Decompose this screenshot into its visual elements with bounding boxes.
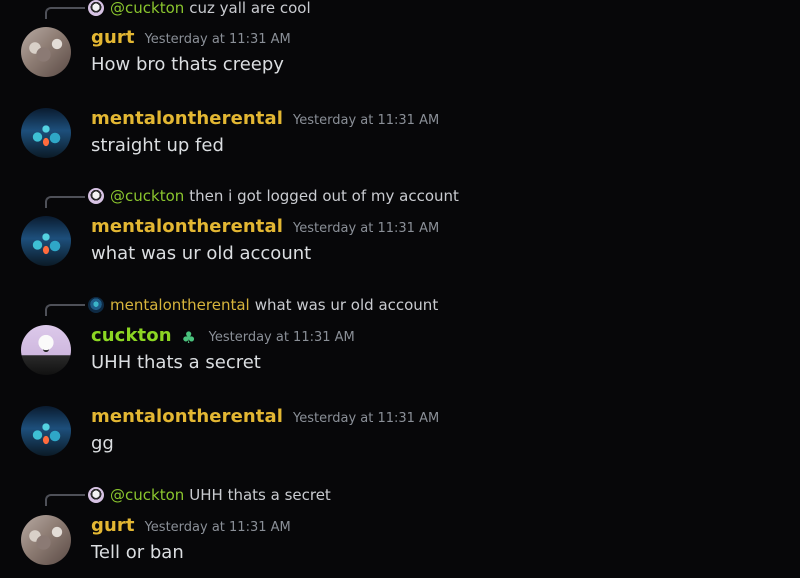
message-header: mentalontherental Yesterday at 11:31 AM [91, 108, 439, 132]
message-header: gurt Yesterday at 11:31 AM [91, 515, 291, 539]
message-content: gg [91, 433, 114, 454]
message-header: mentalontherental Yesterday at 11:31 AM [91, 406, 439, 430]
reply-text: cuz yall are cool [189, 0, 311, 17]
avatar[interactable] [21, 27, 71, 77]
author-name[interactable]: cuckton [91, 325, 172, 346]
author-name[interactable]: mentalontherental [91, 108, 283, 129]
avatar[interactable] [21, 216, 71, 266]
reply-preview[interactable]: @cuckton cuz yall are cool [88, 0, 311, 18]
reply-text: then i got logged out of my account [189, 187, 459, 205]
message-content: How bro thats creepy [91, 54, 284, 75]
message-content: Tell or ban [91, 542, 184, 563]
reply-spine [45, 196, 85, 208]
reply-mention[interactable]: mentalontherental [110, 296, 250, 314]
author-name[interactable]: gurt [91, 27, 135, 48]
message-header: mentalontherental Yesterday at 11:31 AM [91, 216, 439, 240]
avatar[interactable] [21, 108, 71, 158]
author-name[interactable]: mentalontherental [91, 216, 283, 237]
author-name[interactable]: gurt [91, 515, 135, 536]
reply-spine [45, 7, 85, 19]
reply-mention[interactable]: @cuckton [110, 187, 184, 205]
timestamp: Yesterday at 11:31 AM [293, 411, 440, 426]
message-content: straight up fed [91, 135, 224, 156]
avatar[interactable] [21, 515, 71, 565]
reply-preview[interactable]: @cuckton then i got logged out of my acc… [88, 186, 459, 206]
avatar[interactable] [21, 325, 71, 375]
timestamp: Yesterday at 11:31 AM [144, 32, 291, 47]
reply-mention[interactable]: @cuckton [110, 0, 184, 17]
reply-avatar [88, 297, 104, 313]
author-name[interactable]: mentalontherental [91, 406, 283, 427]
avatar[interactable] [21, 406, 71, 456]
timestamp: Yesterday at 11:31 AM [293, 221, 440, 236]
reply-spine [45, 304, 85, 316]
timestamp: Yesterday at 11:31 AM [144, 520, 291, 535]
message-header: cuckton ♣ Yesterday at 11:31 AM [91, 325, 355, 349]
reply-spine [45, 494, 85, 506]
reply-text: what was ur old account [254, 296, 439, 314]
reply-mention[interactable]: @cuckton [110, 486, 184, 504]
reply-preview[interactable]: mentalontherental what was ur old accoun… [88, 295, 438, 315]
reply-preview[interactable]: @cuckton UHH thats a secret [88, 485, 331, 505]
message-header: gurt Yesterday at 11:31 AM [91, 27, 291, 51]
reply-avatar [88, 487, 104, 503]
clover-icon: ♣ [181, 328, 196, 347]
chat-message-list: @cuckton cuz yall are cool gurt Yesterda… [0, 0, 800, 578]
reply-avatar [88, 0, 104, 16]
reply-avatar [88, 188, 104, 204]
timestamp: Yesterday at 11:31 AM [208, 330, 355, 345]
timestamp: Yesterday at 11:31 AM [293, 113, 440, 128]
reply-text: UHH thats a secret [189, 486, 331, 504]
message-content: UHH thats a secret [91, 352, 261, 373]
message-content: what was ur old account [91, 243, 312, 264]
